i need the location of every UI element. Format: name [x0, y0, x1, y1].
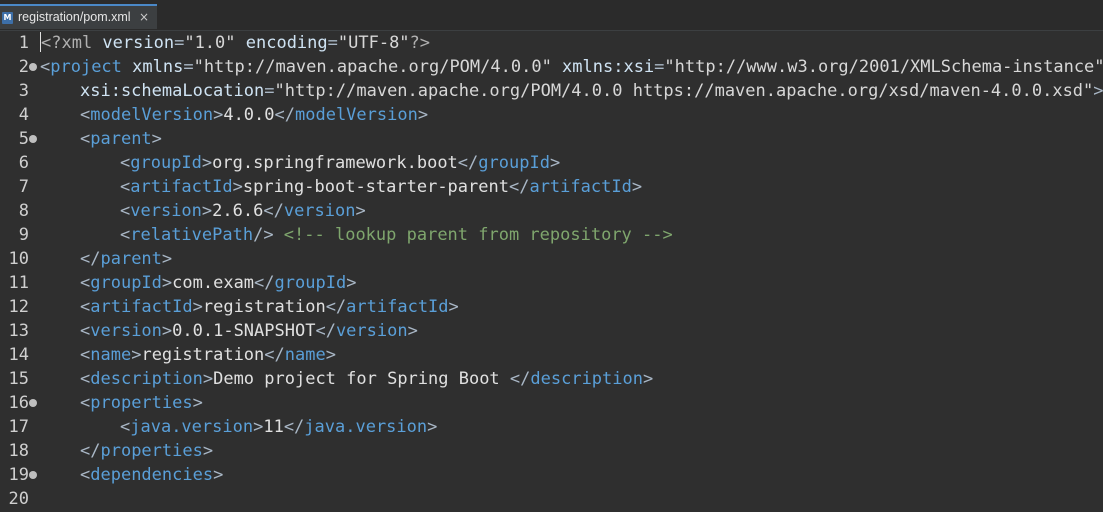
line-number: 19 [8, 465, 29, 485]
editor-window: M registration/pom.xml × 1 2 3 4 5 6 7 8… [0, 0, 1103, 512]
code-line-17: <java.version>11</java.version> [120, 417, 438, 437]
fold-toggle-icon[interactable] [29, 135, 37, 143]
line-number: 8 [18, 201, 29, 221]
fold-toggle-icon[interactable] [29, 399, 37, 407]
line-number: 20 [8, 489, 29, 509]
code-line-2: <project xmlns="http://maven.apache.org/… [40, 57, 1103, 77]
line-number: 12 [8, 297, 29, 317]
line-number: 15 [8, 369, 29, 389]
line-number: 5 [18, 129, 29, 149]
code-line-11: <groupId>com.exam</groupId> [80, 273, 357, 293]
code-line-10: </parent> [80, 249, 173, 269]
fold-toggle-icon[interactable] [29, 471, 37, 479]
code-line-19: <dependencies> [80, 465, 224, 485]
code-line-7: <artifactId>spring-boot-starter-parent</… [120, 177, 643, 197]
line-number: 3 [18, 81, 29, 101]
fold-toggle-icon[interactable] [29, 63, 37, 71]
line-number: 7 [18, 177, 29, 197]
line-number: 4 [18, 105, 29, 125]
code-line-3: xsi:schemaLocation="http://maven.apache.… [80, 81, 1103, 101]
code-text[interactable]: <?xml version="1.0" encoding="UTF-8"?> <… [40, 31, 1103, 512]
code-line-13: <version>0.0.1-SNAPSHOT</version> [80, 321, 418, 341]
code-editor[interactable]: 1 2 3 4 5 6 7 8 9 10 11 12 13 14 15 16 1… [0, 31, 1103, 512]
code-line-15: <description>Demo project for Spring Boo… [80, 369, 654, 389]
close-icon[interactable]: × [138, 11, 150, 23]
tab-label: registration/pom.xml [18, 10, 131, 24]
line-number: 14 [8, 345, 29, 365]
code-line-9: <relativePath/> <!-- lookup parent from … [120, 225, 673, 245]
code-line-16: <properties> [80, 393, 203, 413]
line-number: 1 [18, 33, 29, 53]
tab-pom-xml[interactable]: M registration/pom.xml × [0, 4, 157, 29]
line-number: 11 [8, 273, 29, 293]
line-number: 17 [8, 417, 29, 437]
code-line-4: <modelVersion>4.0.0</modelVersion> [80, 105, 429, 125]
code-line-18: </properties> [80, 441, 214, 461]
line-number: 16 [8, 393, 29, 413]
code-line-12: <artifactId>registration</artifactId> [80, 297, 459, 317]
code-line-14: <name>registration</name> [80, 345, 336, 365]
line-number-gutter: 1 2 3 4 5 6 7 8 9 10 11 12 13 14 15 16 1… [0, 31, 40, 512]
maven-file-icon: M [2, 12, 13, 24]
line-number: 13 [8, 321, 29, 341]
code-line-6: <groupId>org.springframework.boot</group… [120, 153, 561, 173]
code-line-5: <parent> [80, 129, 162, 149]
code-line-8: <version>2.6.6</version> [120, 201, 366, 221]
line-number: 9 [18, 225, 29, 245]
tab-bar: M registration/pom.xml × [0, 0, 1103, 31]
line-number: 6 [18, 153, 29, 173]
line-number: 18 [8, 441, 29, 461]
line-number: 2 [18, 57, 29, 77]
code-line-1: <?xml version="1.0" encoding="UTF-8"?> [40, 32, 431, 53]
line-number: 10 [8, 249, 29, 269]
